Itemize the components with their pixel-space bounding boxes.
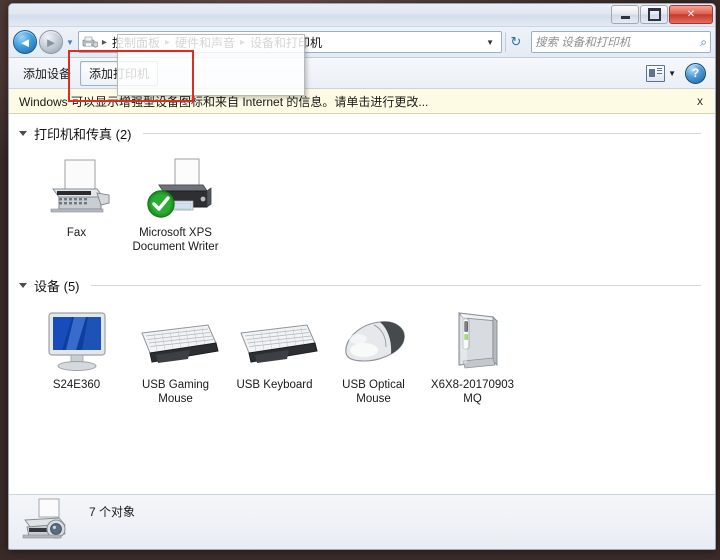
drive-icon: [457, 312, 498, 369]
toolbar-right-group: ▼ ?: [646, 62, 710, 84]
search-input[interactable]: 搜索 设备和打印机: [535, 34, 700, 50]
notification-bar[interactable]: Windows 可以显示增强型设备图标和来自 Internet 的信息。请单击进…: [9, 89, 715, 114]
monitor-icon-wrap: [42, 307, 112, 373]
device-label: USB Keyboard: [236, 379, 313, 391]
device-tile-usb-gaming-mouse[interactable]: USB Gaming Mouse: [126, 307, 225, 406]
device-tile-usb-optical-mouse[interactable]: USB Optical Mouse: [324, 307, 423, 406]
fax-icon-wrap: [39, 155, 115, 221]
drive-icon-wrap: [437, 307, 509, 373]
help-button[interactable]: ?: [685, 62, 706, 84]
device-tile-xps-writer[interactable]: Microsoft XPS Document Writer: [126, 155, 225, 254]
collapse-triangle-icon[interactable]: [19, 283, 27, 288]
device-label: Microsoft XPS Document Writer: [132, 227, 219, 253]
address-bar-row: ◄ ► ▼ ▸ 控制面板 ▸ 硬件和声音 ▸ 设备和: [9, 27, 715, 58]
refresh-icon: ↻: [510, 34, 522, 49]
change-view-icon[interactable]: [646, 64, 666, 82]
back-button[interactable]: ◄: [13, 30, 37, 54]
printer-icon-wrap: [137, 155, 215, 221]
hover-tooltip-ghost: [117, 34, 305, 96]
devices-grid: S24E360 USB Gaming Mouse USB Keyboard US…: [9, 297, 715, 406]
device-tile-monitor[interactable]: S24E360: [27, 307, 126, 406]
devices-folder-icon: [82, 35, 99, 50]
refresh-button[interactable]: ↻: [505, 32, 526, 52]
group-title-devices: 设备 (5): [34, 279, 80, 294]
breadcrumb-separator-0: ▸: [101, 36, 107, 48]
group-title-printers: 打印机和传真 (2): [34, 127, 132, 142]
minimize-icon: [620, 16, 630, 19]
help-icon: ?: [691, 66, 700, 80]
devices-content-area: 打印机和传真 (2) Fax Microsoft XPS Document Wr…: [9, 114, 715, 494]
title-bar: ✕: [9, 4, 715, 27]
command-toolbar: 添加设备 添加打印机 ▼ ?: [9, 58, 715, 89]
device-tile-external-drive[interactable]: X6X8-20170903 MQ: [423, 307, 522, 406]
keyboard-icon: [239, 324, 318, 363]
keyboard-icon-wrap: [231, 307, 319, 373]
chevron-down-icon[interactable]: ▼: [668, 69, 676, 78]
minimize-button[interactable]: [611, 5, 639, 24]
mouse-icon-wrap: [334, 307, 414, 373]
close-button[interactable]: ✕: [669, 5, 713, 24]
device-label: USB Gaming Mouse: [141, 379, 210, 405]
add-device-button[interactable]: 添加设备: [14, 61, 80, 86]
monitor-icon: [47, 312, 106, 371]
collapse-triangle-icon[interactable]: [19, 131, 27, 136]
maximize-button[interactable]: [640, 5, 668, 24]
device-label: S24E360: [52, 379, 101, 391]
status-object-count: 7 个对象: [89, 505, 136, 519]
mouse-icon: [344, 321, 405, 362]
search-icon: ⌕: [700, 34, 707, 49]
keyboard-icon: [140, 324, 219, 363]
device-label: Fax: [66, 227, 87, 239]
device-label: USB Optical Mouse: [342, 379, 405, 405]
recent-locations-button[interactable]: ▼: [65, 38, 75, 47]
group-divider: [90, 285, 701, 286]
back-arrow-icon: ◄: [18, 34, 32, 50]
close-icon: ✕: [686, 9, 696, 20]
search-box[interactable]: 搜索 设备和打印机 ⌕: [531, 31, 711, 53]
printer-scanner-icon: [22, 498, 66, 538]
status-bar: 7 个对象: [9, 494, 715, 549]
group-header-printers[interactable]: 打印机和传真 (2): [9, 120, 715, 145]
forward-arrow-icon: ►: [44, 34, 58, 50]
status-icon-wrap: [19, 498, 77, 547]
forward-button[interactable]: ►: [39, 30, 63, 54]
notification-close-button[interactable]: x: [693, 94, 707, 108]
keyboard-icon-wrap: [132, 307, 220, 373]
printers-grid: Fax Microsoft XPS Document Writer: [9, 145, 715, 254]
address-dropdown-icon[interactable]: ▼: [483, 38, 499, 47]
device-tile-usb-keyboard[interactable]: USB Keyboard: [225, 307, 324, 406]
fax-icon: [50, 159, 109, 213]
maximize-icon: [647, 8, 661, 21]
devices-and-printers-window: ✕ ◄ ► ▼ ▸ 控制面板 ▸: [8, 3, 716, 550]
printer-icon: [146, 158, 211, 218]
group-header-devices[interactable]: 设备 (5): [9, 272, 715, 297]
group-divider: [142, 133, 701, 134]
device-label: X6X8-20170903 MQ: [430, 379, 515, 405]
window-controls: ✕: [610, 5, 713, 24]
device-tile-fax[interactable]: Fax: [27, 155, 126, 254]
chevron-down-icon: ▼: [66, 37, 74, 47]
